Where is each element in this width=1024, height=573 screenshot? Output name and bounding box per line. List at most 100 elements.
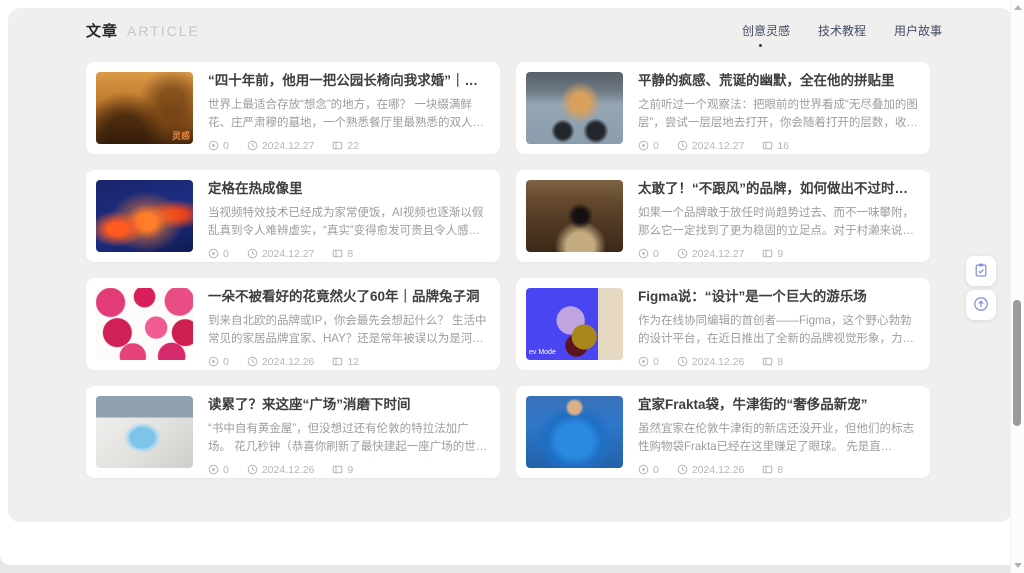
article-card-body: “四十年前，他用一把公园长椅向我求婚”｜灵感手抄本 世界上最适合存放“想念”的地… xyxy=(208,72,490,144)
scrollbar-up-arrow-icon[interactable] xyxy=(1014,5,1022,10)
article-thumbnail-ikea-frakta-blue-bag xyxy=(526,396,623,468)
nav-item-2[interactable]: 用户故事 xyxy=(894,22,942,47)
comment-icon xyxy=(638,356,649,367)
article-card-body: 宜家Frakta袋，牛津街的“奢侈品新宠” 虽然宜家在伦敦牛津街的新店还没开业，… xyxy=(638,396,920,468)
article-card-body: 平静的疯感、荒诞的幽默，全在他的拼贴里 之前听过一个观察法：把眼前的世界看成“无… xyxy=(638,72,920,144)
article-thumbnail-pink-poppy-pattern xyxy=(96,288,193,360)
article-card[interactable]: 平静的疯感、荒诞的幽默，全在他的拼贴里 之前听过一个观察法：把眼前的世界看成“无… xyxy=(516,62,930,154)
floating-action-column xyxy=(966,256,996,320)
article-card-body: Figma说：“设计”是一个巨大的游乐场 作为在线协同编辑的首创者——Figma… xyxy=(638,288,920,360)
article-title[interactable]: 宜家Frakta袋，牛津街的“奢侈品新宠” xyxy=(638,397,920,414)
comment-icon xyxy=(208,356,219,367)
comment-icon xyxy=(638,140,649,151)
reads-icon xyxy=(332,464,343,475)
comment-icon xyxy=(208,248,219,259)
publish-date: 2024.12.27 xyxy=(677,140,745,152)
comment-count: 0 xyxy=(638,356,659,368)
app-window: 文章 ARTICLE 创意灵感 技术教程 用户故事 灵感 “四十年前，他用一把公园长… xyxy=(0,0,1024,565)
article-title[interactable]: 平静的疯感、荒诞的幽默，全在他的拼贴里 xyxy=(638,73,920,90)
clock-icon xyxy=(247,248,258,259)
comment-icon xyxy=(638,464,649,475)
scrollbar[interactable] xyxy=(1010,0,1024,573)
article-thumbnail-sunset-park-bench: 灵感 xyxy=(96,72,193,144)
article-card[interactable]: 灵感 “四十年前，他用一把公园长椅向我求婚”｜灵感手抄本 世界上最适合存放“想念… xyxy=(86,62,500,154)
reads-icon xyxy=(762,140,773,151)
read-count: 8 xyxy=(762,356,783,368)
article-card[interactable]: ev Mode Figma说：“设计”是一个巨大的游乐场 作为在线协同编辑的首创… xyxy=(516,278,930,370)
active-nav-dot xyxy=(759,44,762,47)
comment-icon xyxy=(208,464,219,475)
arrow-up-circle-icon xyxy=(973,296,989,315)
reads-icon xyxy=(332,140,343,151)
comment-count: 0 xyxy=(638,140,659,152)
article-meta: 0 2024.12.27 16 xyxy=(638,140,920,152)
back-to-top-button[interactable] xyxy=(966,290,996,320)
clock-icon xyxy=(677,356,688,367)
article-title[interactable]: 读累了？来这座“广场”消磨下时间 xyxy=(208,397,490,414)
read-count: 9 xyxy=(762,248,783,260)
comment-count: 0 xyxy=(638,248,659,260)
read-count: 8 xyxy=(332,248,353,260)
comment-count: 0 xyxy=(208,464,229,476)
reads-icon xyxy=(332,356,343,367)
article-card[interactable]: 宜家Frakta袋，牛津街的“奢侈品新宠” 虽然宜家在伦敦牛津街的新店还没开业，… xyxy=(516,386,930,478)
reads-icon xyxy=(762,356,773,367)
article-excerpt: “书中自有黄金屋”，但没想过还有伦敦的特拉法加广场。 花几秒钟（恭喜你刷新了最快… xyxy=(208,421,490,457)
article-title[interactable]: “四十年前，他用一把公园长椅向我求婚”｜灵感手抄本 xyxy=(208,73,490,90)
read-count: 16 xyxy=(762,140,789,152)
article-excerpt: 虽然宜家在伦敦牛津街的新店还没开业，但他们的标志性购物袋Frakta已经在这里赚… xyxy=(638,421,920,457)
article-card-body: 太敢了！“不跟风”的品牌，如何做出不过时的设计？ 如果一个品牌敢于放任时尚趋势过… xyxy=(638,180,920,252)
article-meta: 0 2024.12.27 9 xyxy=(638,248,920,260)
article-card[interactable]: 定格在热成像里 当视频特效技术已经成为家常便饭，AI视频也逐渐以假乱真到令人难辨… xyxy=(86,170,500,262)
article-title[interactable]: Figma说：“设计”是一个巨大的游乐场 xyxy=(638,289,920,306)
article-card[interactable]: 太敢了！“不跟风”的品牌，如何做出不过时的设计？ 如果一个品牌敢于放任时尚趋势过… xyxy=(516,170,930,262)
clock-icon xyxy=(677,464,688,475)
article-thumbnail-temple-woman-portrait xyxy=(526,180,623,252)
reads-icon xyxy=(762,248,773,259)
article-thumbnail-figma-dev-mode: ev Mode xyxy=(526,288,623,360)
clipboard-check-icon xyxy=(973,262,989,281)
article-excerpt: 到来自北欧的品牌或IP，你会最先会想起什么？ 生活中常见的家居品牌宜家、HAY？… xyxy=(208,313,490,349)
page-title-zh: 文章 xyxy=(86,20,118,41)
clock-icon xyxy=(247,356,258,367)
article-card[interactable]: 一朵不被看好的花竟然火了60年｜品牌兔子洞 到来自北欧的品牌或IP，你会最先会想… xyxy=(86,278,500,370)
article-card[interactable]: 读累了？来这座“广场”消磨下时间 “书中自有黄金屋”，但没想过还有伦敦的特拉法加… xyxy=(86,386,500,478)
read-count: 8 xyxy=(762,464,783,476)
article-meta: 0 2024.12.27 22 xyxy=(208,140,490,152)
page-title: 文章 ARTICLE xyxy=(86,20,200,41)
clipboard-check-button[interactable] xyxy=(966,256,996,286)
publish-date: 2024.12.26 xyxy=(247,356,315,368)
article-title[interactable]: 定格在热成像里 xyxy=(208,181,490,198)
article-title[interactable]: 太敢了！“不跟风”的品牌，如何做出不过时的设计？ xyxy=(638,181,920,198)
clock-icon xyxy=(677,248,688,259)
thumbnail-overlay-text: ev Mode xyxy=(529,349,556,356)
comment-count: 0 xyxy=(208,140,229,152)
page-title-en: ARTICLE xyxy=(127,23,200,39)
publish-date: 2024.12.26 xyxy=(677,464,745,476)
comment-count: 0 xyxy=(638,464,659,476)
article-thumbnail-popup-book-square xyxy=(96,396,193,468)
article-thumbnail-thermal-imaging-clouds xyxy=(96,180,193,252)
article-title[interactable]: 一朵不被看好的花竟然火了60年｜品牌兔子洞 xyxy=(208,289,490,306)
nav-item-0[interactable]: 创意灵感 xyxy=(742,22,790,47)
scrollbar-down-arrow-icon[interactable] xyxy=(1014,563,1022,568)
nav-item-1[interactable]: 技术教程 xyxy=(818,22,866,47)
scrollbar-thumb[interactable] xyxy=(1013,300,1021,426)
publish-date: 2024.12.26 xyxy=(677,356,745,368)
article-card-body: 一朵不被看好的花竟然火了60年｜品牌兔子洞 到来自北欧的品牌或IP，你会最先会想… xyxy=(208,288,490,360)
article-excerpt: 之前听过一个观察法：把眼前的世界看成“无尽叠加的图层”，尝试一层层地去打开，你会… xyxy=(638,97,920,133)
clock-icon xyxy=(247,464,258,475)
article-meta: 0 2024.12.26 9 xyxy=(208,464,490,476)
article-excerpt: 如果一个品牌敢于放任时尚趋势过去、而不一味攀附，那么它一定找到了更为稳固的立足点… xyxy=(638,205,920,241)
article-meta: 0 2024.12.26 8 xyxy=(638,356,920,368)
read-count: 22 xyxy=(332,140,359,152)
publish-date: 2024.12.27 xyxy=(247,248,315,260)
article-meta: 0 2024.12.26 8 xyxy=(638,464,920,476)
comment-icon xyxy=(208,140,219,151)
article-grid: 灵感 “四十年前，他用一把公园长椅向我求婚”｜灵感手抄本 世界上最适合存放“想念… xyxy=(86,62,930,478)
article-thumbnail-dog-riding-bicycle xyxy=(526,72,623,144)
clock-icon xyxy=(677,140,688,151)
clock-icon xyxy=(247,140,258,151)
article-meta: 0 2024.12.26 12 xyxy=(208,356,490,368)
reads-icon xyxy=(762,464,773,475)
